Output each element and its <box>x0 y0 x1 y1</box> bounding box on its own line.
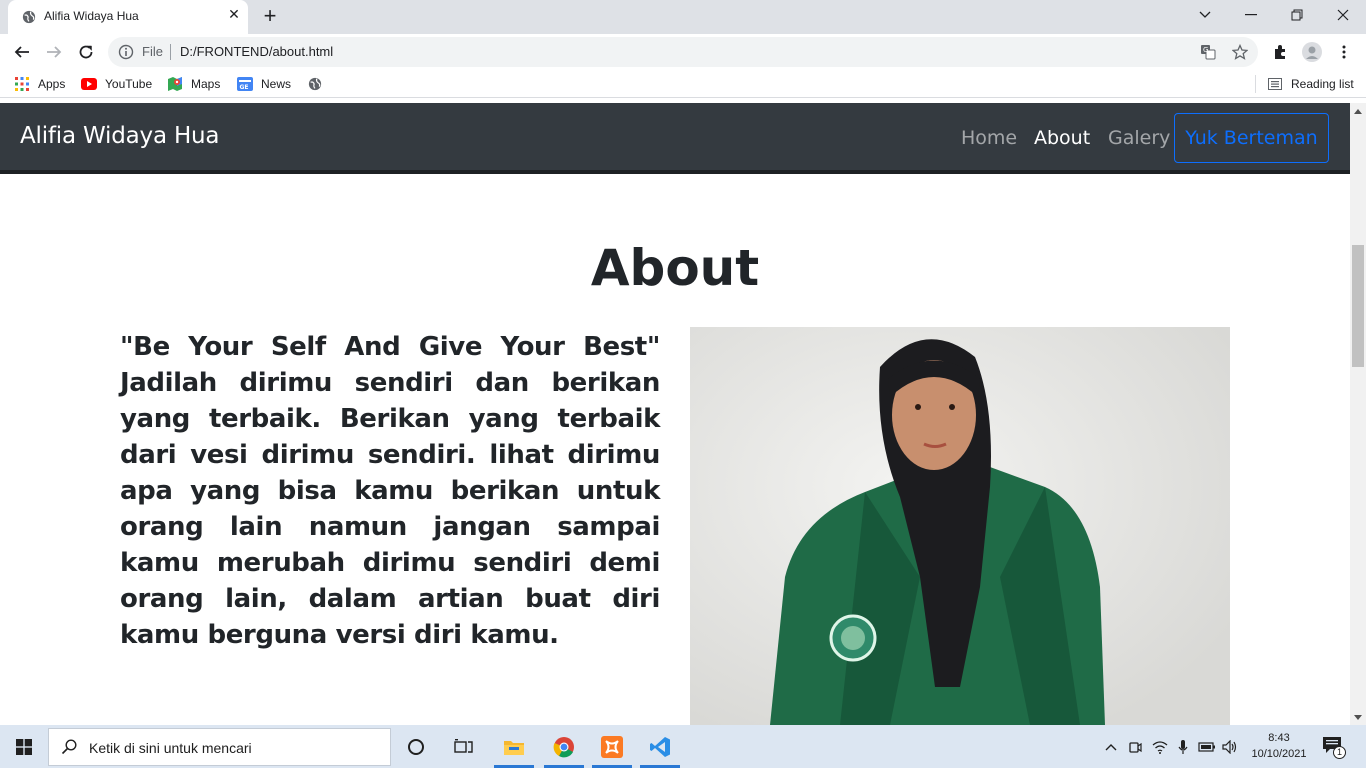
yuk-berteman-button[interactable]: Yuk Berteman <box>1174 113 1329 163</box>
profile-photo <box>690 327 1230 725</box>
battery-icon[interactable] <box>1198 738 1216 756</box>
back-button[interactable] <box>10 40 34 64</box>
reading-list-icon <box>1267 76 1283 92</box>
news-icon: GE <box>237 76 253 92</box>
bookmark-maps[interactable]: Maps <box>167 76 220 92</box>
globe-icon <box>22 10 36 24</box>
menu-kebab-icon[interactable] <box>1334 42 1354 62</box>
bookmark-star-icon[interactable] <box>1230 42 1250 62</box>
about-quote: "Be Your Self And Give Your Best" Jadila… <box>120 332 660 650</box>
tab-strip: Alifia Widaya Hua ✕ + <box>0 0 1366 34</box>
clock-time: 8:43 <box>1268 732 1290 744</box>
chrome-icon[interactable] <box>540 725 588 768</box>
url-scheme-label: File <box>142 44 163 59</box>
nav-link-galery[interactable]: Galery <box>1108 127 1170 149</box>
reload-button[interactable] <box>74 40 98 64</box>
tab-title: Alifia Widaya Hua <box>44 9 139 23</box>
maps-icon <box>167 76 183 92</box>
url-text[interactable]: D:/FRONTEND/about.html <box>180 44 333 59</box>
bookmark-globe[interactable] <box>307 76 331 92</box>
bookmark-label: News <box>261 77 292 91</box>
youtube-icon <box>81 76 97 92</box>
bookmark-apps[interactable]: Apps <box>14 76 65 92</box>
file-explorer-icon[interactable] <box>490 725 538 768</box>
extensions-icon[interactable] <box>1270 42 1290 62</box>
bookmark-news[interactable]: GE News <box>237 76 291 92</box>
tab-search-icon[interactable] <box>1182 0 1228 30</box>
cortana-icon[interactable] <box>392 725 440 768</box>
bookmark-label: Maps <box>191 77 221 91</box>
meet-now-icon[interactable] <box>1126 738 1144 756</box>
start-button[interactable] <box>0 725 48 768</box>
scrollbar-thumb[interactable] <box>1352 245 1364 367</box>
page-viewport: Alifia Widaya Hua Home About Galery Yuk … <box>0 103 1350 725</box>
svg-text:G: G <box>1203 46 1208 54</box>
wifi-icon[interactable] <box>1151 738 1169 756</box>
new-tab-button[interactable]: + <box>258 5 282 29</box>
minimize-button[interactable] <box>1228 0 1274 30</box>
apps-grid-icon <box>14 76 30 92</box>
search-icon <box>61 739 77 755</box>
microphone-icon[interactable] <box>1174 738 1192 756</box>
address-bar[interactable]: File D:/FRONTEND/about.html G <box>108 37 1258 67</box>
profile-avatar[interactable] <box>1302 42 1322 62</box>
bookmark-youtube[interactable]: YouTube <box>81 76 152 92</box>
svg-text:GE: GE <box>240 84 249 91</box>
task-view-icon[interactable] <box>440 725 488 768</box>
taskbar-search-box[interactable]: Ketik di sini untuk mencari <box>48 728 391 766</box>
windows-taskbar: Ketik di sini untuk mencari 8:43 10/10/2… <box>0 725 1366 768</box>
clock-date: 10/10/2021 <box>1251 748 1307 760</box>
bookmarks-bar: Apps YouTube Maps GE News Reading list <box>0 70 1366 98</box>
page-title: About <box>590 239 760 297</box>
reading-list-label: Reading list <box>1291 77 1354 91</box>
show-hidden-icons-chevron-icon[interactable] <box>1102 738 1120 756</box>
page-scrollbar[interactable] <box>1350 103 1366 725</box>
nav-link-about[interactable]: About <box>1034 127 1090 149</box>
volume-icon[interactable] <box>1221 738 1239 756</box>
reading-list-button[interactable]: Reading list <box>1267 76 1354 92</box>
close-tab-icon[interactable]: ✕ <box>226 7 242 23</box>
url-separator <box>170 44 171 60</box>
vscode-icon[interactable] <box>636 725 684 768</box>
bookmark-label: YouTube <box>105 77 153 91</box>
globe-icon <box>307 76 323 92</box>
site-navbar: Alifia Widaya Hua Home About Galery Yuk … <box>0 103 1350 174</box>
info-icon[interactable] <box>118 44 134 60</box>
notification-count-badge: 1 <box>1333 746 1346 759</box>
taskbar-clock[interactable]: 8:43 10/10/2021 <box>1244 730 1314 762</box>
scroll-up-arrow-icon[interactable] <box>1350 103 1366 119</box>
bookmarks-divider <box>1255 75 1256 93</box>
restore-button[interactable] <box>1274 0 1320 30</box>
forward-button[interactable] <box>42 40 66 64</box>
search-placeholder: Ketik di sini untuk mencari <box>89 740 252 756</box>
close-window-button[interactable] <box>1320 0 1366 30</box>
windows-logo-icon <box>16 738 32 755</box>
translate-icon[interactable]: G <box>1198 42 1218 62</box>
browser-tab[interactable]: Alifia Widaya Hua ✕ <box>8 0 248 34</box>
scroll-down-arrow-icon[interactable] <box>1350 709 1366 725</box>
xampp-icon[interactable] <box>588 725 636 768</box>
nav-link-home[interactable]: Home <box>961 127 1017 149</box>
bookmark-label: Apps <box>38 77 66 91</box>
browser-toolbar: File D:/FRONTEND/about.html G <box>0 34 1366 70</box>
navbar-brand[interactable]: Alifia Widaya Hua <box>20 123 220 149</box>
